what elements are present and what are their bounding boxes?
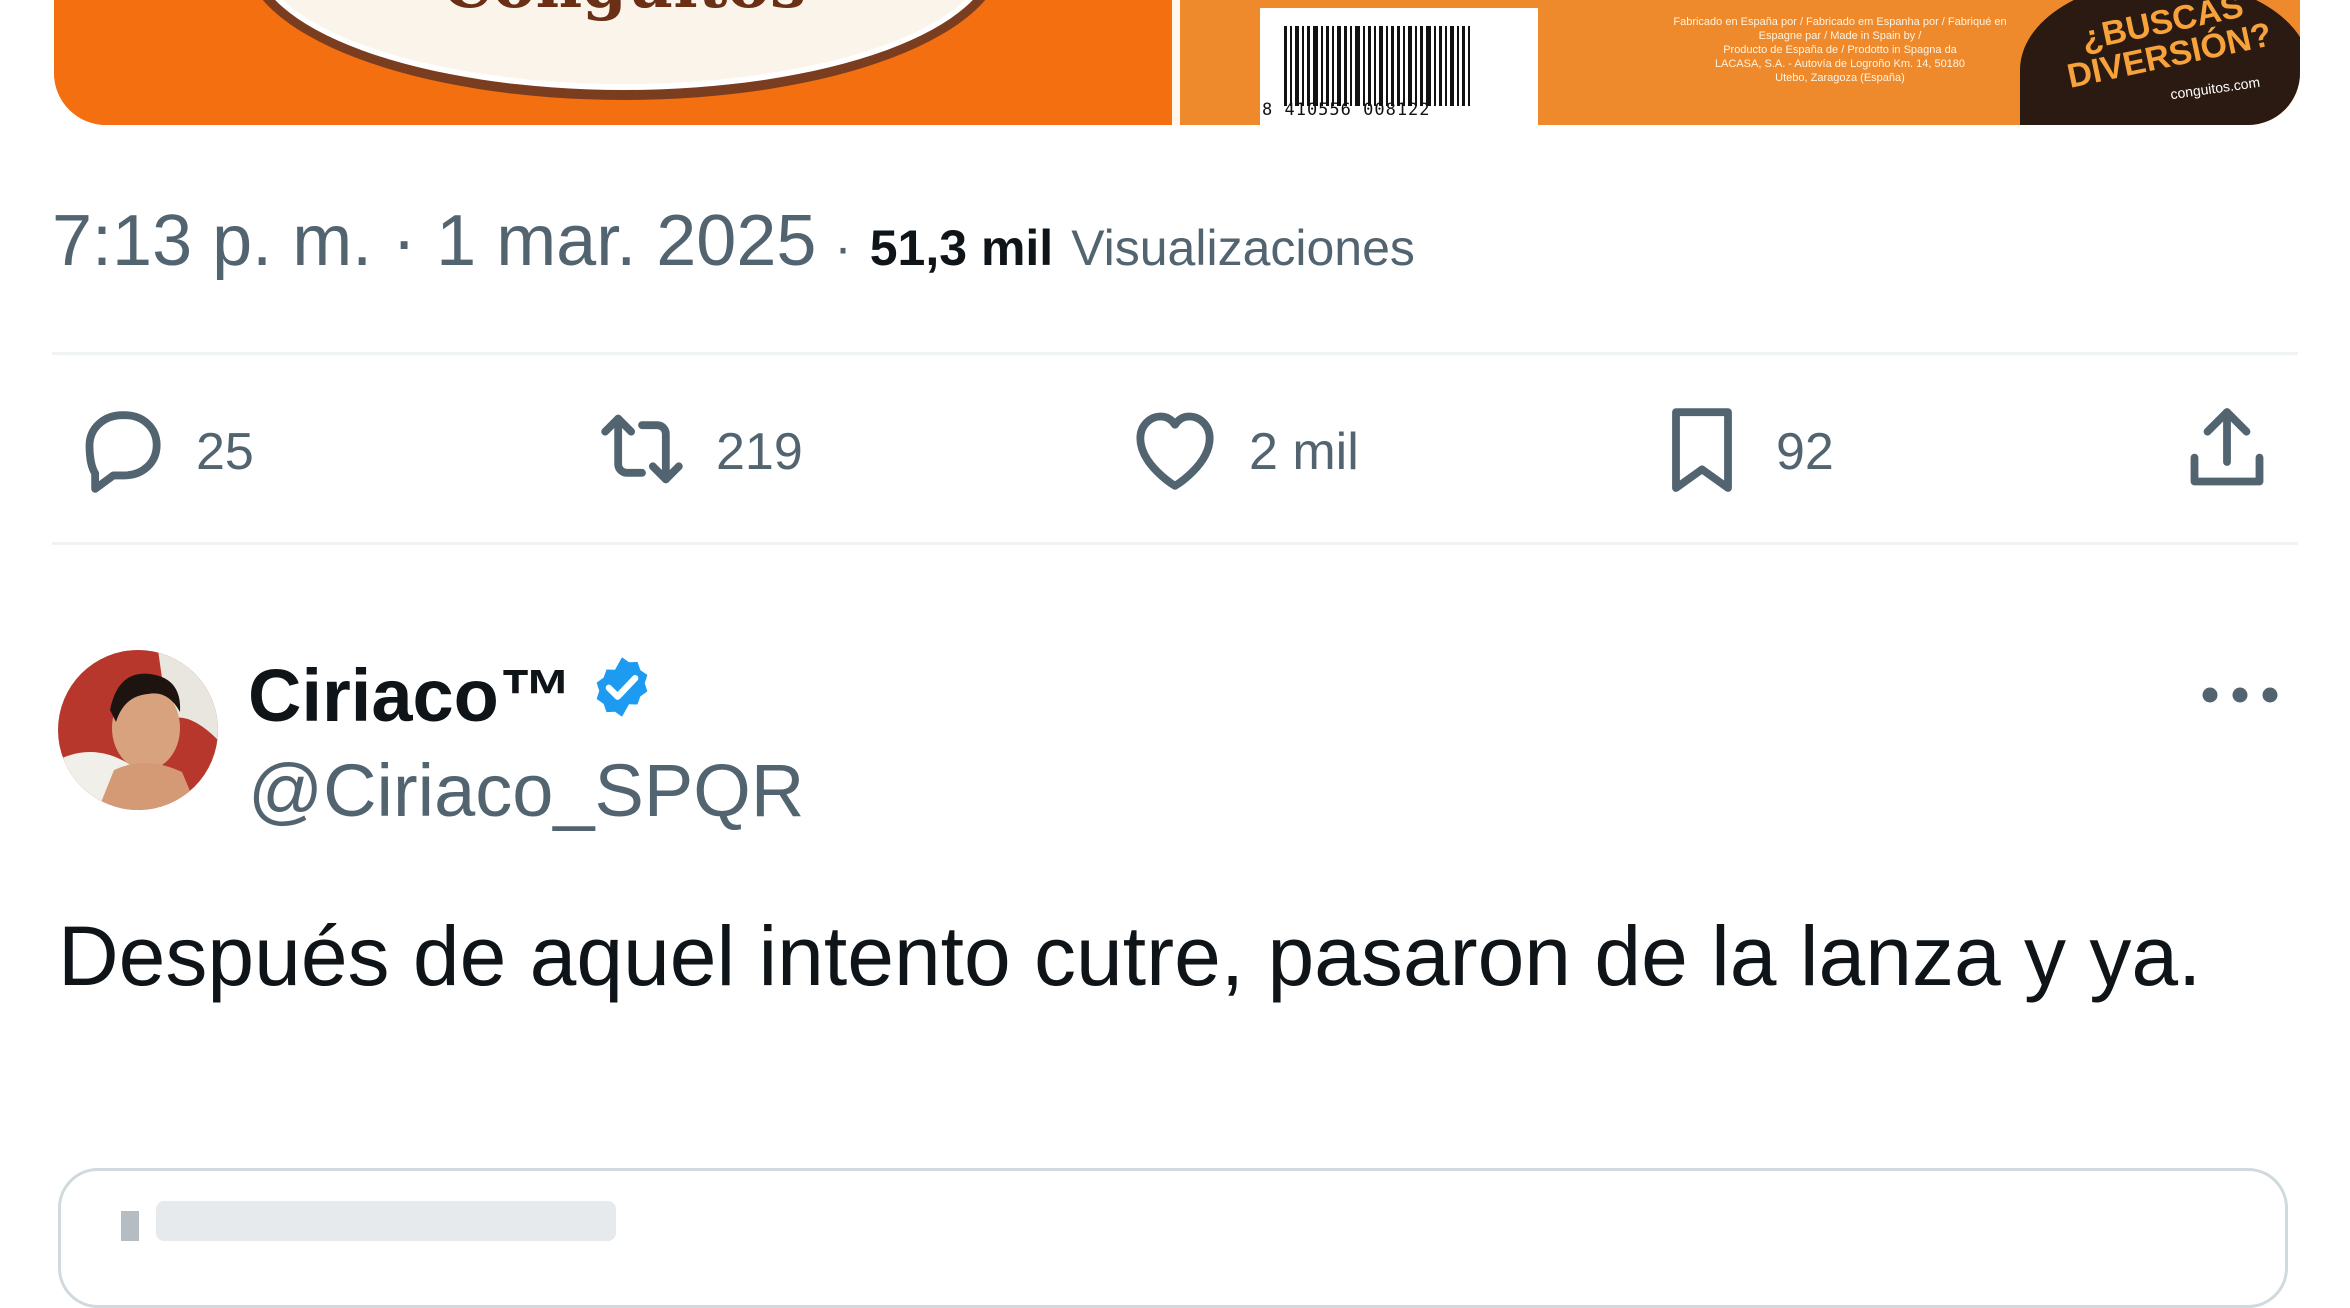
views-label: Visualizaciones [1071, 220, 1415, 276]
barcode-bar [1386, 26, 1388, 106]
tweet-action-bar: 25 219 2 mil 92 [0, 355, 2350, 545]
divider [52, 542, 2298, 545]
bookmark-icon [1650, 397, 1754, 506]
barcode-bar [1290, 26, 1292, 106]
quoted-author-placeholder [156, 1201, 616, 1241]
barcode-bar [1397, 26, 1400, 106]
barcode-bar [1363, 26, 1365, 106]
author-display-name: Ciriaco™ [248, 654, 573, 737]
barcode-bar [1321, 26, 1323, 106]
media-left-panel: Conguitos [54, 0, 1172, 125]
barcode-bar [1426, 26, 1431, 106]
barcode-bar [1337, 26, 1341, 106]
barcode-bar [1403, 26, 1405, 106]
barcode-number: 8 410556 008122 [1262, 100, 1431, 120]
barcode-bar [1462, 26, 1465, 106]
meta-separator: · [834, 219, 852, 277]
fineprint-line: Espagne par / Made in Spain by / [1758, 30, 1922, 42]
barcode-bar [1468, 26, 1470, 106]
media-right-panel: 8 410556 008122 Fabricado en España por … [1180, 0, 2300, 125]
retweet-icon [590, 397, 694, 506]
like-count: 2 mil [1249, 422, 1359, 481]
quoted-tweet-card[interactable] [58, 1168, 2288, 1308]
barcode-bar [1332, 26, 1334, 106]
barcode-bar [1450, 26, 1454, 106]
author-name[interactable]: Ciriaco™ [248, 652, 657, 739]
share-button[interactable] [2175, 397, 2279, 506]
more-dots-icon [2195, 687, 2285, 724]
barcode-bar [1313, 26, 1318, 106]
barcode-bar [1344, 26, 1347, 106]
barcode-bar [1408, 26, 1412, 106]
barcode-bar [1445, 26, 1447, 106]
fineprint-line: Fabricado en España por / Fabricado em E… [1673, 16, 2007, 28]
heart-icon [1123, 397, 1227, 506]
barcode-bar [1350, 26, 1352, 106]
like-button[interactable]: 2 mil [1123, 397, 1359, 506]
share-icon [2175, 397, 2279, 506]
barcode-bar [1307, 26, 1310, 106]
barcode-bar [1415, 26, 1417, 106]
bookmark-button[interactable]: 92 [1650, 397, 1834, 506]
barcode-bar [1295, 26, 1299, 106]
tweet-timestamp[interactable]: 7:13 p. m. · 1 mar. 2025 [52, 200, 816, 282]
tweet-text: Después de aquel intento cutre, pasaron … [58, 909, 2202, 1003]
barcode-bar [1391, 26, 1394, 106]
media-divider [1172, 0, 1180, 125]
barcode-bar [1434, 26, 1436, 106]
barcode-bar [1379, 26, 1383, 106]
barcode-bar [1457, 26, 1459, 106]
comment-icon [70, 397, 174, 506]
reply-button[interactable]: 25 [70, 397, 254, 506]
barcode-bar [1326, 26, 1329, 106]
brand-logo: Conguitos [244, 0, 1004, 100]
barcode-bar [1368, 26, 1371, 106]
barcode-bar [1374, 26, 1376, 106]
quoted-avatar-placeholder [121, 1211, 139, 1241]
more-options-button[interactable] [2195, 670, 2285, 720]
retweet-button[interactable]: 219 [590, 397, 803, 506]
barcode-bar [1420, 26, 1423, 106]
barcode-bar [1302, 26, 1304, 106]
reply-count: 25 [196, 422, 254, 481]
barcode-bar [1355, 26, 1360, 106]
bookmark-count: 92 [1776, 422, 1834, 481]
avatar[interactable] [58, 650, 218, 810]
brand-logo-text: Conguitos [254, 0, 994, 23]
author-handle[interactable]: @Ciriaco_SPQR [248, 748, 804, 833]
views-count: 51,3 mil [869, 220, 1054, 276]
barcode-bar [1284, 26, 1287, 106]
retweet-count: 219 [716, 422, 803, 481]
verified-badge-icon [573, 652, 657, 739]
tweet-meta: 7:13 p. m. · 1 mar. 2025 · 51,3 mil Visu… [52, 200, 1415, 282]
barcode-bar [1439, 26, 1442, 106]
tweet-media-image[interactable]: Conguitos 8 410556 008122 Fabricado en E… [54, 0, 2300, 125]
